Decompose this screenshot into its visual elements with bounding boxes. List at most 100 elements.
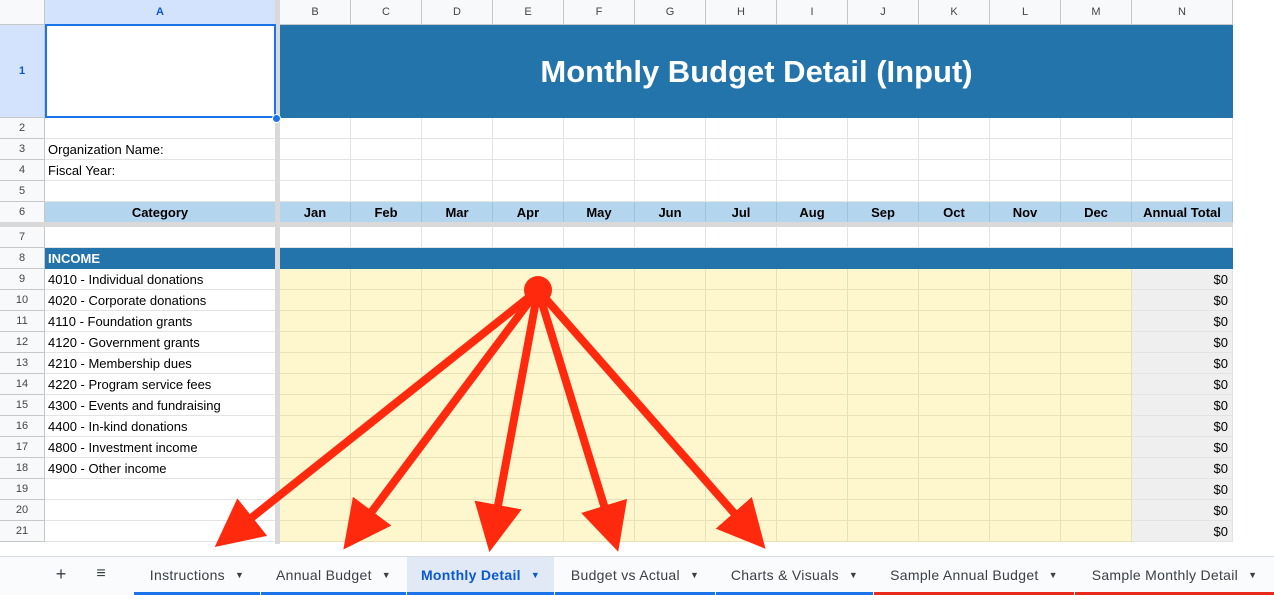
cell[interactable]: [280, 227, 351, 248]
monthly-input-cell[interactable]: [706, 521, 777, 542]
monthly-input-cell[interactable]: [990, 395, 1061, 416]
row-header-1[interactable]: 1: [0, 25, 45, 118]
monthly-input-cell[interactable]: [919, 395, 990, 416]
column-header-k[interactable]: K: [919, 0, 990, 25]
cell[interactable]: [635, 160, 706, 181]
monthly-input-cell[interactable]: [919, 479, 990, 500]
cell[interactable]: [706, 118, 777, 139]
cell[interactable]: [635, 227, 706, 248]
row-header-9[interactable]: 9: [0, 269, 45, 290]
income-section-band[interactable]: [351, 248, 422, 269]
row-header-17[interactable]: 17: [0, 437, 45, 458]
cell[interactable]: [564, 181, 635, 202]
row-header-7[interactable]: 7: [0, 227, 45, 248]
monthly-input-cell[interactable]: [919, 332, 990, 353]
monthly-input-cell[interactable]: [706, 332, 777, 353]
monthly-input-cell[interactable]: [919, 416, 990, 437]
month-header[interactable]: Apr: [493, 202, 564, 223]
monthly-input-cell[interactable]: [422, 353, 493, 374]
row-header-8[interactable]: 8: [0, 248, 45, 269]
monthly-input-cell[interactable]: [280, 311, 351, 332]
monthly-input-cell[interactable]: [280, 437, 351, 458]
sheet-tab-charts-visuals[interactable]: Charts & Visuals ▼: [716, 557, 873, 595]
row-header-13[interactable]: 13: [0, 353, 45, 374]
column-header-d[interactable]: D: [422, 0, 493, 25]
cell[interactable]: [990, 118, 1061, 139]
monthly-input-cell[interactable]: [493, 290, 564, 311]
monthly-input-cell[interactable]: [990, 269, 1061, 290]
monthly-input-cell[interactable]: [351, 479, 422, 500]
income-category-cell[interactable]: 4010 - Individual donations: [45, 269, 276, 290]
monthly-input-cell[interactable]: [635, 458, 706, 479]
cell[interactable]: [45, 227, 276, 248]
income-section-band[interactable]: [635, 248, 706, 269]
monthly-input-cell[interactable]: [280, 332, 351, 353]
income-category-cell[interactable]: 4020 - Corporate donations: [45, 290, 276, 311]
row-header-12[interactable]: 12: [0, 332, 45, 353]
monthly-input-cell[interactable]: [351, 416, 422, 437]
dropdown-caret-icon[interactable]: ▼: [382, 570, 391, 580]
monthly-input-cell[interactable]: [564, 311, 635, 332]
annual-total-cell[interactable]: $0: [1132, 353, 1233, 374]
selected-cell-a1[interactable]: [45, 24, 276, 118]
monthly-input-cell[interactable]: [422, 458, 493, 479]
monthly-input-cell[interactable]: [848, 395, 919, 416]
annual-total-cell[interactable]: $0: [1132, 416, 1233, 437]
row-header-5[interactable]: 5: [0, 181, 45, 202]
cell[interactable]: [635, 139, 706, 160]
cell[interactable]: [1061, 227, 1132, 248]
monthly-input-cell[interactable]: [564, 374, 635, 395]
monthly-input-cell[interactable]: [777, 479, 848, 500]
month-header[interactable]: Jan: [280, 202, 351, 223]
cell[interactable]: [1061, 181, 1132, 202]
sheet-tab-budget-vs-actual[interactable]: Budget vs Actual ▼: [555, 557, 715, 595]
monthly-input-cell[interactable]: [1061, 395, 1132, 416]
cell[interactable]: [990, 227, 1061, 248]
monthly-input-cell[interactable]: [706, 500, 777, 521]
income-section-band[interactable]: [777, 248, 848, 269]
monthly-input-cell[interactable]: [848, 374, 919, 395]
cell[interactable]: [706, 160, 777, 181]
cell[interactable]: [493, 139, 564, 160]
category-header[interactable]: Category: [45, 202, 276, 223]
dropdown-caret-icon[interactable]: ▼: [849, 570, 858, 580]
monthly-input-cell[interactable]: [280, 521, 351, 542]
monthly-input-cell[interactable]: [493, 311, 564, 332]
monthly-input-cell[interactable]: [493, 521, 564, 542]
monthly-input-cell[interactable]: [564, 332, 635, 353]
income-section-band[interactable]: [564, 248, 635, 269]
monthly-input-cell[interactable]: [280, 269, 351, 290]
month-header[interactable]: May: [564, 202, 635, 223]
cell[interactable]: [1061, 160, 1132, 181]
month-header[interactable]: Oct: [919, 202, 990, 223]
cell[interactable]: [493, 181, 564, 202]
monthly-input-cell[interactable]: [706, 458, 777, 479]
monthly-input-cell[interactable]: [564, 479, 635, 500]
month-header[interactable]: Sep: [848, 202, 919, 223]
monthly-input-cell[interactable]: [351, 437, 422, 458]
cell[interactable]: [422, 118, 493, 139]
row-header-4[interactable]: 4: [0, 160, 45, 181]
column-header-m[interactable]: M: [1061, 0, 1132, 25]
dropdown-caret-icon[interactable]: ▼: [235, 570, 244, 580]
monthly-input-cell[interactable]: [848, 458, 919, 479]
monthly-input-cell[interactable]: [990, 311, 1061, 332]
monthly-input-cell[interactable]: [990, 353, 1061, 374]
income-section-band[interactable]: [990, 248, 1061, 269]
monthly-input-cell[interactable]: [635, 500, 706, 521]
monthly-input-cell[interactable]: [564, 437, 635, 458]
all-sheets-menu-icon[interactable]: ≡: [90, 563, 112, 585]
cell[interactable]: [280, 160, 351, 181]
monthly-input-cell[interactable]: [351, 374, 422, 395]
monthly-input-cell[interactable]: [422, 500, 493, 521]
monthly-input-cell[interactable]: [635, 395, 706, 416]
income-section-band[interactable]: [280, 248, 351, 269]
annual-total-header[interactable]: Annual Total: [1132, 202, 1233, 223]
monthly-input-cell[interactable]: [1061, 269, 1132, 290]
month-header[interactable]: Feb: [351, 202, 422, 223]
month-header[interactable]: Dec: [1061, 202, 1132, 223]
monthly-input-cell[interactable]: [493, 416, 564, 437]
annual-total-cell[interactable]: $0: [1132, 332, 1233, 353]
monthly-input-cell[interactable]: [422, 395, 493, 416]
monthly-input-cell[interactable]: [422, 332, 493, 353]
